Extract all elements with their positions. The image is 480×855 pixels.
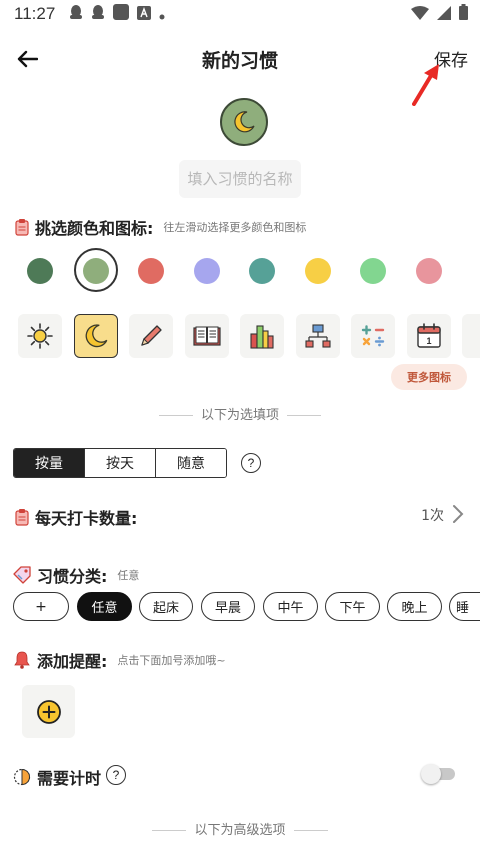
- calendar-icon: 1: [417, 323, 441, 348]
- color-swatch[interactable]: [138, 258, 164, 284]
- book-icon: [193, 326, 221, 346]
- category-chip-wake-up[interactable]: 起床: [139, 592, 193, 621]
- mode-by-day-tab[interactable]: 按天: [85, 449, 156, 477]
- habit-name-input[interactable]: [179, 160, 301, 198]
- status-indicators: [411, 4, 468, 24]
- category-chip-afternoon[interactable]: 下午: [325, 592, 380, 621]
- daily-count-row[interactable]: 每天打卡数量:: [15, 505, 137, 529]
- tag-icon: [13, 566, 31, 584]
- plus-circle-icon: [36, 699, 61, 724]
- daily-count-label: 每天打卡数量:: [35, 509, 138, 528]
- page-title: 新的习惯: [201, 50, 278, 72]
- chevron-right-icon[interactable]: [452, 504, 464, 524]
- network-icon: [305, 324, 331, 348]
- timer-row: 需要计时: [13, 765, 101, 789]
- color-swatch[interactable]: [249, 258, 275, 284]
- mode-segmented-control: 按量 按天 随意: [13, 448, 227, 478]
- color-swatch[interactable]: [27, 258, 53, 284]
- color-section-label: 挑选颜色和图标:: [35, 219, 154, 238]
- icon-tile-moon[interactable]: [74, 314, 118, 358]
- calculator-icon: [361, 325, 385, 347]
- mode-by-quantity-tab[interactable]: 按量: [14, 449, 85, 477]
- color-swatch[interactable]: [360, 258, 386, 284]
- reminder-hint: 点击下面加号添加哦~: [117, 654, 226, 667]
- category-section-header: 习惯分类: 任意: [13, 563, 139, 587]
- bell-icon: [14, 651, 30, 669]
- timer-help-button[interactable]: ?: [106, 765, 126, 785]
- toggle-knob: [421, 764, 441, 784]
- icon-tile-calculator[interactable]: [351, 314, 395, 358]
- font-notification-icon: [137, 5, 152, 24]
- reminder-label: 添加提醒:: [37, 652, 108, 671]
- moon-icon: [85, 324, 108, 348]
- color-icon-section-header: 挑选颜色和图标: 往左滑动选择更多颜色和图标: [15, 215, 306, 239]
- category-chip-morning[interactable]: 早晨: [201, 592, 255, 621]
- category-chip-list: + 任意 起床 早晨 中午 下午 晚上 睡: [13, 592, 480, 622]
- moon-icon: [234, 111, 255, 133]
- category-label: 习惯分类:: [37, 567, 108, 586]
- icon-tile-book[interactable]: [185, 314, 229, 358]
- category-current-value: 任意: [117, 569, 140, 582]
- category-chip-noon[interactable]: 中午: [263, 592, 318, 621]
- divider-line: [287, 415, 321, 416]
- add-reminder-button[interactable]: [22, 685, 75, 738]
- color-picker: [14, 248, 480, 294]
- clipboard-icon: [15, 219, 29, 236]
- divider-line: [152, 830, 187, 831]
- icon-tile-network[interactable]: [296, 314, 340, 358]
- category-chip-evening[interactable]: 晚上: [387, 592, 442, 621]
- mode-help-button[interactable]: ?: [241, 453, 261, 473]
- battery-icon: [459, 4, 468, 24]
- more-notifications-icon: [159, 5, 165, 24]
- qq-notification-icon: [69, 4, 83, 24]
- status-time: 11:27: [14, 4, 56, 23]
- sun-icon: [27, 323, 53, 349]
- color-swatch[interactable]: [305, 258, 331, 284]
- icon-tile-pencil[interactable]: [129, 314, 173, 358]
- optional-divider-text: 以下为选填项: [200, 408, 279, 423]
- more-icons-button[interactable]: 更多图标: [391, 364, 467, 390]
- optional-divider: 以下为选填项: [0, 404, 480, 423]
- color-swatch-selected[interactable]: [83, 258, 109, 284]
- pencil-icon: [141, 325, 162, 346]
- clipboard-icon: [15, 509, 29, 526]
- color-swatch[interactable]: [416, 258, 442, 284]
- mode-any-tab[interactable]: 随意: [156, 449, 226, 477]
- color-swatch[interactable]: [194, 258, 220, 284]
- icon-tile-sun[interactable]: [18, 314, 62, 358]
- half-circle-timer-icon: [13, 768, 31, 786]
- icon-tile-partial[interactable]: [462, 314, 480, 358]
- red-annotation-arrow-icon: [412, 64, 439, 106]
- advanced-divider-text: 以下为高级选项: [194, 823, 286, 838]
- calendar-day-text: 1: [426, 336, 431, 346]
- signal-icon: [437, 5, 451, 24]
- wifi-icon: [411, 5, 429, 24]
- category-chip-sleep[interactable]: 睡: [449, 592, 480, 621]
- icon-tile-calendar[interactable]: 1: [407, 314, 451, 358]
- add-category-chip[interactable]: +: [13, 592, 69, 621]
- timer-toggle-switch[interactable]: [421, 764, 455, 784]
- habit-icon-preview[interactable]: [220, 98, 268, 146]
- timer-label: 需要计时: [37, 769, 102, 788]
- reminder-section-header: 添加提醒: 点击下面加号添加哦~: [13, 648, 226, 672]
- daily-count-value[interactable]: 1次: [421, 505, 444, 525]
- divider-line: [158, 415, 193, 416]
- advanced-divider: 以下为高级选项: [0, 819, 480, 838]
- top-app-bar: 新的习惯 保存: [0, 40, 480, 80]
- category-chip-any[interactable]: 任意: [77, 592, 132, 621]
- status-bar: 11:27: [0, 0, 480, 28]
- books-icon: [250, 325, 274, 349]
- icon-tile-books[interactable]: [240, 314, 284, 358]
- qq-notification-icon: [91, 4, 105, 24]
- app-notification-icon: [113, 4, 130, 24]
- color-section-hint: 往左滑动选择更多颜色和图标: [163, 221, 307, 234]
- divider-line: [293, 830, 328, 831]
